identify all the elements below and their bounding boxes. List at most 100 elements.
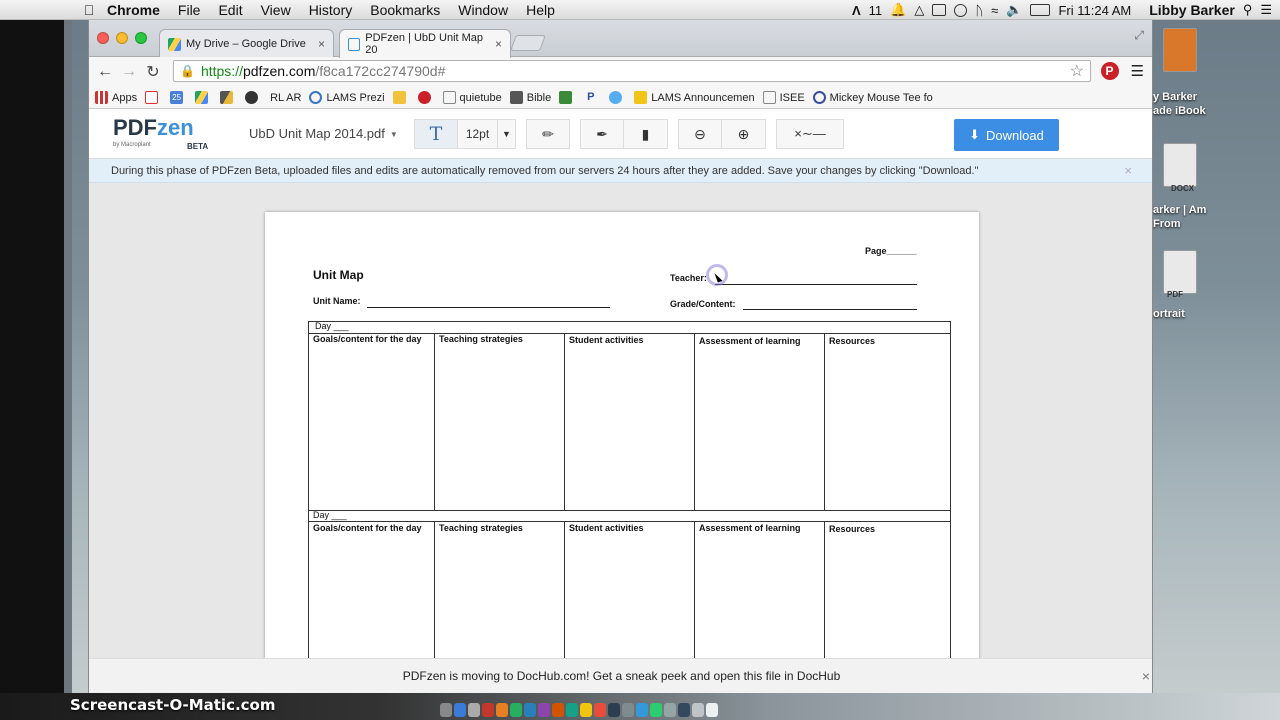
pencil-tool-button[interactable]: ✏ bbox=[526, 119, 570, 149]
window-close-button[interactable] bbox=[97, 32, 109, 44]
menu-app-chrome[interactable]: Chrome bbox=[98, 2, 169, 18]
dock-app-icon[interactable] bbox=[594, 703, 606, 717]
text-tool-button[interactable]: T bbox=[414, 119, 458, 149]
chrome-menu-icon[interactable]: ☰ bbox=[1131, 62, 1144, 80]
dock-app-icon[interactable] bbox=[622, 703, 634, 717]
dock-app-icon[interactable] bbox=[566, 703, 578, 717]
menu-view[interactable]: View bbox=[252, 2, 300, 18]
dock-app-icon[interactable] bbox=[468, 703, 480, 717]
pdf-viewer[interactable]: Page______ Unit Map Teacher: Unit Name: … bbox=[89, 183, 1152, 658]
highlighter-tool-button[interactable]: ✒ bbox=[580, 119, 624, 149]
bookmark-pencil[interactable] bbox=[392, 91, 410, 104]
address-bar[interactable]: 🔒 https:// pdfzen.com /f8ca172cc274790d#… bbox=[173, 60, 1091, 82]
fullscreen-icon[interactable]: ⤢ bbox=[1134, 28, 1144, 43]
menu-history[interactable]: History bbox=[300, 2, 362, 18]
dock-app-icon[interactable] bbox=[524, 703, 536, 717]
column-header: Resources bbox=[829, 336, 876, 346]
bookmark-bible[interactable]: Bible bbox=[509, 91, 551, 104]
bookmark-gmail[interactable] bbox=[145, 91, 162, 104]
bookmark-green[interactable] bbox=[559, 91, 576, 104]
dock-app-icon[interactable] bbox=[580, 703, 592, 717]
notification-bell-icon[interactable]: 🔔 bbox=[890, 2, 906, 18]
dock-app-icon[interactable] bbox=[538, 703, 550, 717]
window-zoom-button[interactable] bbox=[135, 32, 147, 44]
forward-arrow-icon[interactable]: → bbox=[117, 63, 141, 81]
google-drive-icon[interactable]: △ bbox=[914, 2, 924, 18]
bookmark-lams-announcements[interactable]: LAMS Announcemen bbox=[634, 91, 755, 104]
bookmark-s[interactable] bbox=[245, 91, 262, 104]
back-arrow-icon[interactable]: ← bbox=[93, 63, 117, 81]
dock-app-icon[interactable] bbox=[650, 703, 662, 717]
dock-app-icon[interactable] bbox=[664, 703, 676, 717]
bookmark-drive[interactable] bbox=[195, 91, 212, 104]
menu-edit[interactable]: Edit bbox=[209, 2, 251, 18]
dock-app-icon[interactable] bbox=[552, 703, 564, 717]
spotlight-search-icon[interactable]: ⚲ bbox=[1243, 2, 1253, 18]
bookmark-drive2[interactable] bbox=[220, 91, 237, 104]
dock-app-icon[interactable] bbox=[496, 703, 508, 717]
new-tab-button[interactable] bbox=[510, 35, 546, 51]
dock-app-icon[interactable] bbox=[692, 703, 704, 717]
airplay-icon[interactable] bbox=[932, 4, 947, 16]
notification-center-icon[interactable]: ☰ bbox=[1260, 2, 1272, 18]
bookmark-mickey-mouse-tee[interactable]: Mickey Mouse Tee fo bbox=[812, 91, 933, 104]
comment-tool-button[interactable]: ▮ bbox=[624, 119, 668, 149]
reload-icon[interactable]: ↻ bbox=[141, 62, 165, 82]
volume-icon[interactable]: 🔈 bbox=[1006, 2, 1022, 18]
pdfzen-logo[interactable]: PDFzen by Macroplant BETA bbox=[113, 115, 208, 151]
zoom-in-button[interactable]: ⊕ bbox=[722, 119, 766, 149]
dock-app-icon[interactable] bbox=[482, 703, 494, 717]
bookmark-star-icon[interactable]: ☆ bbox=[1070, 61, 1084, 81]
dock-app-icon[interactable] bbox=[636, 703, 648, 717]
banner-close-icon[interactable]: × bbox=[1142, 668, 1150, 684]
clock-text[interactable]: Fri 11:24 AM bbox=[1058, 3, 1131, 18]
download-button[interactable]: ⬇ Download bbox=[954, 119, 1059, 151]
teacher-label: Teacher: bbox=[670, 273, 707, 283]
filename-dropdown[interactable]: UbD Unit Map 2014.pdf ▼ bbox=[249, 126, 398, 141]
bookmark-twitter[interactable] bbox=[609, 91, 626, 104]
tab-close-icon[interactable]: × bbox=[312, 37, 325, 51]
window-minimize-button[interactable] bbox=[116, 32, 128, 44]
bookmark-p[interactable]: P bbox=[584, 91, 601, 104]
dock-app-icon[interactable] bbox=[608, 703, 620, 717]
user-name[interactable]: Libby Barker bbox=[1149, 2, 1235, 18]
bookmark-calendar[interactable]: 25 bbox=[170, 91, 187, 104]
tab-pdfzen[interactable]: PDFzen | UbD Unit Map 20 × bbox=[339, 29, 511, 58]
bookmark-apps[interactable]: Apps bbox=[95, 91, 137, 104]
battery-icon[interactable] bbox=[1030, 4, 1051, 16]
bookmark-lams-prezi[interactable]: LAMS Prezi bbox=[309, 91, 385, 104]
bookmark-quietube[interactable]: quietube bbox=[442, 91, 502, 104]
font-size-dropdown-icon[interactable]: ▼ bbox=[498, 119, 516, 149]
tab-close-icon[interactable]: × bbox=[489, 37, 502, 51]
menu-window[interactable]: Window bbox=[449, 2, 517, 18]
notice-close-icon[interactable]: × bbox=[1124, 163, 1132, 178]
menu-file[interactable]: File bbox=[169, 2, 210, 18]
adobe-icon[interactable]: Λ bbox=[852, 3, 861, 18]
apple-menu-icon[interactable]:  bbox=[80, 2, 98, 18]
bookmark-pinterest[interactable] bbox=[417, 91, 435, 104]
bookmark-rl-ar[interactable]: RL AR bbox=[270, 92, 301, 104]
dock-app-icon[interactable] bbox=[706, 703, 718, 717]
menu-help[interactable]: Help bbox=[517, 2, 564, 18]
drive-triangle-icon bbox=[220, 91, 234, 104]
dock-app-icon[interactable] bbox=[510, 703, 522, 717]
wifi-icon[interactable]: ≈ bbox=[991, 3, 998, 18]
bookmark-label: ISEE bbox=[779, 91, 805, 104]
desktop-docx-icon[interactable] bbox=[1163, 143, 1197, 187]
bookmark-isee[interactable]: ISEE bbox=[762, 91, 805, 104]
font-size-field[interactable]: 12pt bbox=[458, 119, 498, 149]
time-machine-icon[interactable] bbox=[954, 3, 968, 17]
zoom-out-button[interactable]: ⊖ bbox=[678, 119, 722, 149]
tab-google-drive[interactable]: My Drive – Google Drive × bbox=[159, 29, 334, 58]
pinterest-extension-icon[interactable]: P bbox=[1100, 62, 1119, 80]
pdf-page[interactable]: Page______ Unit Map Teacher: Unit Name: … bbox=[265, 212, 979, 658]
menu-bookmarks[interactable]: Bookmarks bbox=[361, 2, 449, 18]
dochub-banner-text[interactable]: PDFzen is moving to DocHub.com! Get a sn… bbox=[403, 669, 841, 683]
signature-tool-button[interactable]: ×∼— bbox=[776, 119, 844, 149]
dock-app-icon[interactable] bbox=[440, 703, 452, 717]
bluetooth-icon[interactable]: ᚢ bbox=[975, 3, 983, 18]
dock-app-icon[interactable] bbox=[678, 703, 690, 717]
dochub-banner[interactable]: PDFzen is moving to DocHub.com! Get a sn… bbox=[89, 658, 1152, 693]
dock-app-icon[interactable] bbox=[454, 703, 466, 717]
desktop-ibook-icon[interactable] bbox=[1163, 28, 1197, 72]
